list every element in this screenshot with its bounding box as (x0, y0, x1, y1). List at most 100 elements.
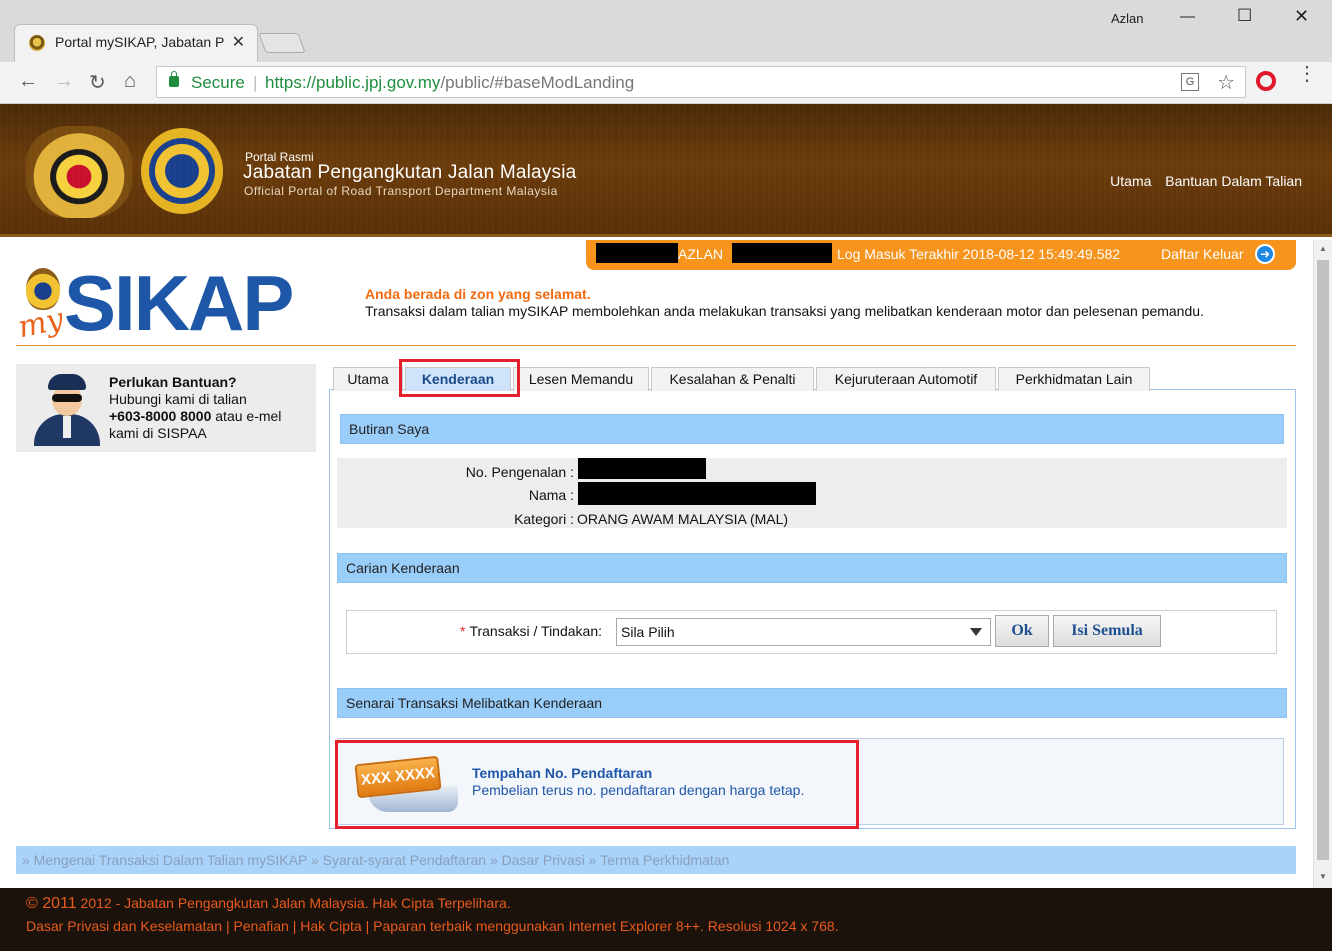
reload-icon[interactable]: ↻ (89, 70, 106, 95)
help-line-3: kami di SISPAA (109, 425, 207, 441)
senarai-header: Senarai Transaksi Melibatkan Kenderaan (337, 688, 1287, 718)
malaysia-coat-of-arms-icon (26, 126, 132, 218)
user-name: AZLAN (678, 246, 724, 262)
jpj-emblem-icon (141, 128, 223, 214)
url-host: https://public.jpj.gov.my (265, 73, 441, 92)
transaksi-select[interactable]: Sila Pilih (616, 618, 991, 646)
close-tab-icon[interactable]: ✕ (232, 32, 245, 52)
officer-avatar-icon (30, 370, 102, 446)
transaksi-label-text: Transaksi / Tindakan: (469, 623, 602, 639)
footer-link-hak-cipta[interactable]: Hak Cipta (300, 918, 361, 934)
back-icon[interactable]: ← (18, 70, 38, 93)
url-path: /public/#baseModLanding (440, 73, 635, 92)
maximize-icon[interactable]: ☐ (1237, 6, 1252, 26)
secure-label: Secure (191, 73, 245, 92)
browser-menu-icon[interactable]: ⋮ (1297, 64, 1317, 84)
tab-utama[interactable]: Utama (333, 367, 403, 391)
logo-my: my (14, 301, 67, 346)
close-window-icon[interactable]: ✕ (1294, 6, 1309, 27)
logout-arrow-icon[interactable]: ➜ (1255, 244, 1275, 264)
home-icon[interactable]: ⌂ (124, 70, 136, 93)
help-line-2: +603-8000 8000 atau e-mel (109, 408, 281, 424)
transaksi-label: * Transaksi / Tindakan: (460, 623, 602, 639)
redacted-field (596, 243, 678, 263)
profile-user-name[interactable]: Azlan (1111, 11, 1144, 26)
translate-icon[interactable]: G (1181, 73, 1199, 91)
footer-link-mengenai[interactable]: » Mengenai Transaksi Dalam Talian mySIKA… (22, 852, 307, 868)
reset-button[interactable]: Isi Semula (1053, 615, 1161, 647)
site-footer: © 2011 2012 - Jabatan Pengangkutan Jalan… (0, 888, 1332, 951)
page-scrollbar[interactable]: ▲ ▼ (1313, 240, 1332, 888)
mysikap-logo: my SIKAP (14, 259, 318, 347)
browser-titlebar: Portal mySIKAP, Jabatan P ✕ Azlan — ☐ ✕ (0, 0, 1332, 62)
divider (16, 345, 1296, 346)
footer-browser-note: Paparan terbaik menggunakan Internet Exp… (373, 918, 839, 934)
browser-tab[interactable]: Portal mySIKAP, Jabatan P ✕ (14, 24, 258, 62)
help-line-1: Hubungi kami di talian (109, 391, 247, 407)
safe-zone-description: Transaksi dalam talian mySIKAP membolehk… (365, 303, 1204, 319)
copyright: © 2011 2012 - Jabatan Pengangkutan Jalan… (26, 895, 511, 913)
ok-button[interactable]: Ok (995, 615, 1049, 647)
header-nav-utama[interactable]: Utama (1110, 173, 1151, 189)
redacted-id (578, 458, 706, 479)
transaksi-selected: Sila Pilih (621, 624, 675, 640)
scrollbar-thumb[interactable] (1317, 260, 1329, 860)
footer-separator: | (222, 918, 234, 934)
kategori-value: ORANG AWAM MALAYSIA (MAL) (577, 511, 789, 527)
tab-perkhidmatan-lain[interactable]: Perkhidmatan Lain (998, 367, 1150, 391)
url-text[interactable]: https://public.jpj.gov.my/public/#baseMo… (265, 73, 634, 93)
agency-name: Jabatan Pengangkutan Jalan Malaysia (243, 162, 577, 183)
logo-sikap: SIKAP (64, 259, 294, 347)
footer-separator: | (288, 918, 301, 934)
help-line-2-rest: atau e-mel (211, 408, 282, 424)
carian-header: Carian Kenderaan (337, 553, 1287, 583)
kategori-label: Kategori : (514, 511, 574, 527)
footer-link-privasi[interactable]: » Dasar Privasi (486, 852, 585, 868)
footer-link-terma[interactable]: » Terma Perkhidmatan (585, 852, 730, 868)
site-header: Portal Rasmi Jabatan Pengangkutan Jalan … (0, 104, 1332, 237)
forward-icon[interactable]: → (54, 70, 74, 93)
butiran-header: Butiran Saya (340, 414, 1284, 444)
transaction-highlight-annotation (335, 740, 859, 829)
tab-kesalahan-penalti[interactable]: Kesalahan & Penalti (651, 367, 814, 391)
footer-bottom-links: Dasar Privasi dan Keselamatan | Penafian… (26, 918, 839, 934)
portal-rasmi-label: Portal Rasmi (245, 150, 314, 164)
copyright-year: © 2011 (26, 895, 77, 912)
footer-separator: | (361, 918, 374, 934)
footer-link-syarat[interactable]: » Syarat-syarat Pendaftaran (307, 852, 486, 868)
help-title: Perlukan Bantuan? (109, 374, 237, 390)
help-phone: +603-8000 8000 (109, 408, 212, 424)
logout-link[interactable]: Daftar Keluar (1161, 246, 1243, 262)
footer-link-penafian[interactable]: Penafian (234, 918, 289, 934)
browser-toolbar: ← → ↻ ⌂ Secure | https://public.jpj.gov.… (0, 62, 1332, 104)
tab-highlight-annotation (399, 359, 520, 397)
address-bar[interactable]: Secure | https://public.jpj.gov.my/publi… (156, 66, 1246, 98)
divider: | (253, 73, 258, 92)
scroll-down-icon[interactable]: ▼ (1319, 872, 1327, 881)
scroll-up-icon[interactable]: ▲ (1319, 244, 1327, 253)
dropdown-arrow-icon (970, 628, 982, 636)
header-nav: Utama Bantuan Dalam Talian (1100, 173, 1302, 189)
tab-title: Portal mySIKAP, Jabatan P (55, 34, 225, 50)
tab-lesen-memandu[interactable]: Lesen Memandu (513, 367, 649, 391)
required-marker: * (460, 623, 466, 639)
redacted-field (732, 243, 832, 263)
login-bar: AZLAN Log Masuk Terakhir 2018-08-12 15:4… (586, 240, 1296, 270)
id-label: No. Pengenalan : (465, 464, 574, 480)
bookmark-star-icon[interactable]: ☆ (1217, 70, 1235, 95)
tab-kejuruteraan-automotif[interactable]: Kejuruteraan Automotif (816, 367, 996, 391)
new-tab-button[interactable] (258, 33, 306, 53)
jpj-favicon-icon (29, 35, 45, 51)
lock-icon (169, 71, 179, 87)
redacted-name (578, 482, 816, 505)
header-nav-bantuan[interactable]: Bantuan Dalam Talian (1165, 173, 1302, 189)
name-label: Nama : (528, 487, 574, 503)
last-login: Log Masuk Terakhir 2018-08-12 15:49:49.5… (837, 246, 1121, 262)
minimize-icon[interactable]: — (1180, 8, 1195, 25)
safe-zone-title: Anda berada di zon yang selamat. (365, 286, 591, 302)
copyright-text: 2012 - Jabatan Pengangkutan Jalan Malays… (76, 895, 511, 911)
footer-link-dasar-privasi[interactable]: Dasar Privasi dan Keselamatan (26, 918, 222, 934)
agency-english-name: Official Portal of Road Transport Depart… (244, 184, 558, 198)
footer-links-bar: » Mengenai Transaksi Dalam Talian mySIKA… (16, 846, 1296, 874)
opera-extension-icon[interactable] (1256, 71, 1276, 91)
